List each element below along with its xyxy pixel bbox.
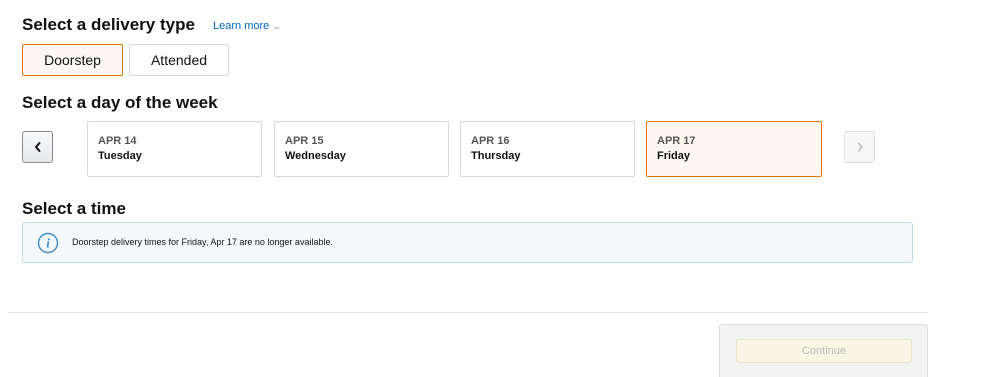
day-card-apr-16[interactable]: APR 16 Thursday bbox=[460, 121, 635, 177]
delivery-type-heading: Select a delivery type bbox=[22, 15, 195, 34]
day-card-apr-17[interactable]: APR 17 Friday bbox=[646, 121, 822, 177]
day-date: APR 16 bbox=[471, 135, 510, 147]
doorstep-option-label: Doorstep bbox=[44, 52, 101, 68]
info-alert: i Doorstep delivery times for Friday, Ap… bbox=[22, 222, 913, 263]
footer-divider bbox=[8, 312, 928, 313]
doorstep-option-button[interactable]: Doorstep bbox=[22, 44, 123, 76]
time-heading: Select a time bbox=[22, 199, 126, 218]
learn-more-link[interactable]: Learn more ⌄ bbox=[213, 19, 282, 33]
day-date: APR 15 bbox=[285, 135, 324, 147]
day-weekday: Wednesday bbox=[285, 150, 346, 162]
day-weekday: Tuesday bbox=[98, 150, 142, 162]
day-weekday: Friday bbox=[657, 150, 691, 162]
attended-option-button[interactable]: Attended bbox=[129, 44, 229, 76]
info-message: Doorstep delivery times for Friday, Apr … bbox=[72, 237, 333, 247]
previous-days-button[interactable] bbox=[22, 131, 53, 163]
delivery-scheduler: Select a delivery type Learn more ⌄ Doors… bbox=[0, 0, 1000, 377]
svg-text:i: i bbox=[46, 236, 50, 251]
next-days-button[interactable] bbox=[844, 131, 875, 163]
continue-button[interactable]: Continue bbox=[736, 339, 912, 363]
continue-panel: Continue bbox=[719, 324, 928, 377]
continue-label: Continue bbox=[801, 345, 847, 357]
day-weekday: Thursday bbox=[471, 150, 521, 162]
day-card-apr-14[interactable]: APR 14 Tuesday bbox=[87, 121, 262, 177]
info-icon: i bbox=[37, 232, 59, 254]
chevron-left-icon bbox=[34, 142, 40, 152]
day-heading: Select a day of the week bbox=[22, 93, 218, 112]
day-date: APR 17 bbox=[657, 135, 696, 147]
attended-option-label: Attended bbox=[150, 52, 208, 68]
day-card-apr-15[interactable]: APR 15 Wednesday bbox=[274, 121, 449, 177]
learn-more-label: Learn more bbox=[213, 20, 270, 32]
chevron-down-icon: ⌄ bbox=[272, 21, 282, 31]
day-date: APR 14 bbox=[98, 135, 137, 147]
chevron-right-icon bbox=[857, 142, 863, 152]
